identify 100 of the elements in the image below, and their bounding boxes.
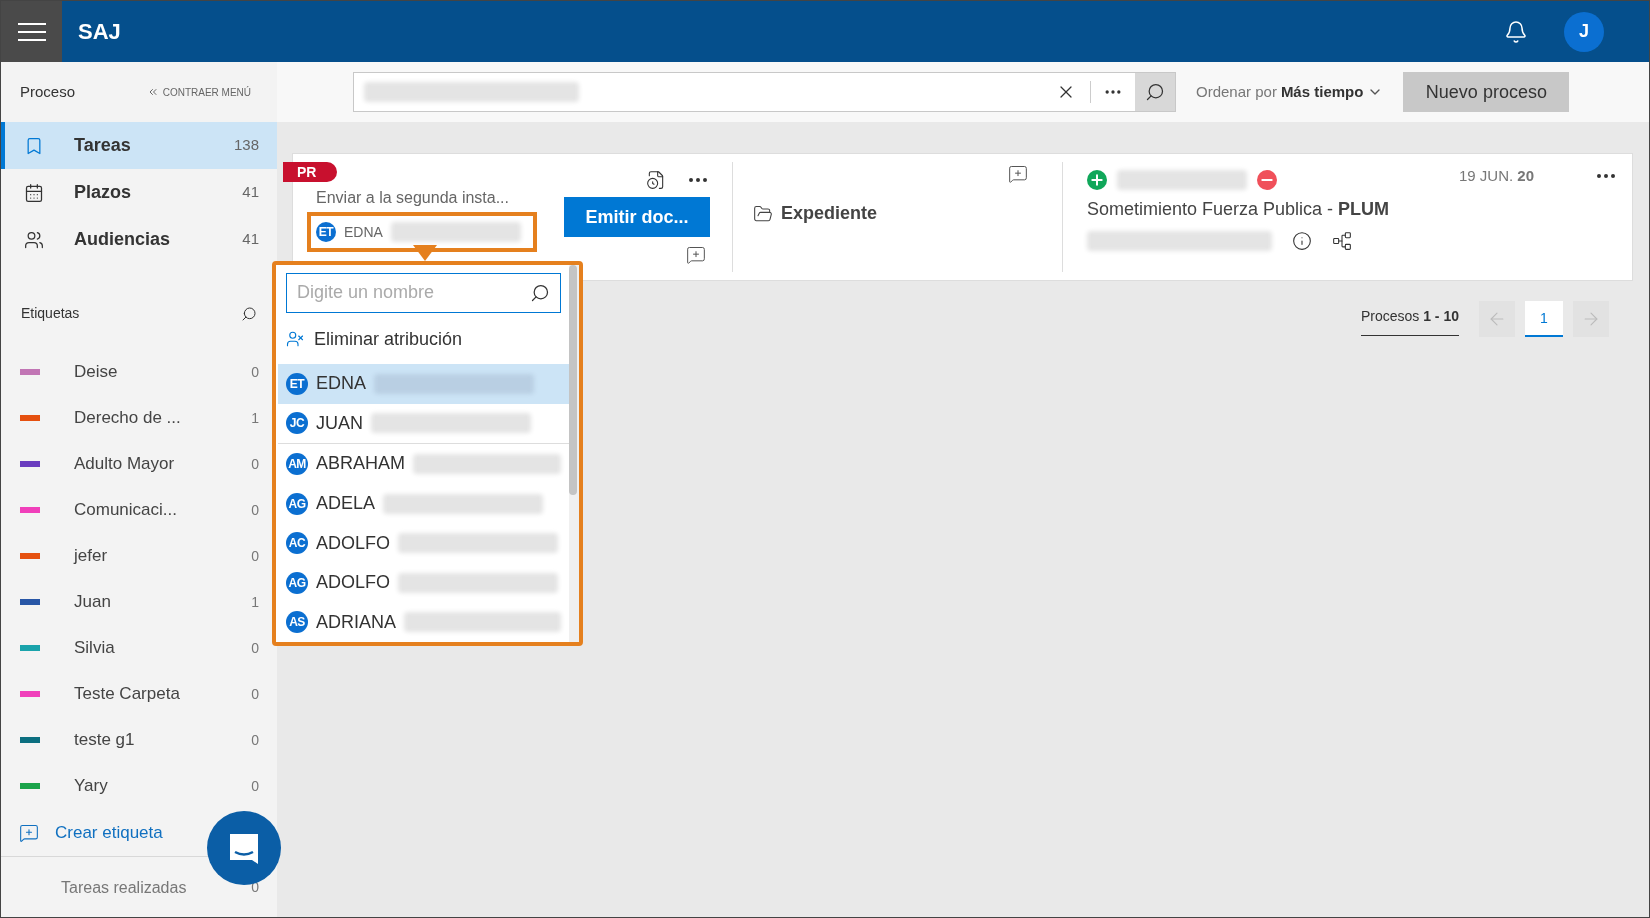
tag-label: jefer	[74, 545, 109, 568]
menu-button[interactable]	[1, 1, 62, 62]
tag-count: 0	[251, 730, 259, 750]
tag-label: Deise	[74, 361, 119, 384]
avatar: AG	[286, 571, 308, 594]
tag-count: 1	[251, 408, 259, 428]
person-option[interactable]: ET EDNA	[278, 364, 569, 404]
avatar: AM	[286, 452, 308, 475]
tag-count: 0	[251, 546, 259, 566]
person-option[interactable]: AS ADRIANA	[278, 602, 569, 642]
remove-user-icon	[286, 330, 304, 349]
person-option[interactable]: AM ABRAHAM	[278, 444, 569, 484]
tag-count: 0	[251, 454, 259, 474]
nav-item[interactable]: Audiencias 41	[1, 216, 277, 263]
calendar-icon	[24, 182, 44, 203]
task-title: Enviar a la segunda insta...	[316, 188, 510, 208]
person-option[interactable]: AC ADOLFO	[278, 523, 569, 563]
sort-dropdown[interactable]: Ordenar por Más tiempo	[1196, 80, 1384, 104]
person-option[interactable]: JC JUAN	[278, 403, 569, 444]
tag-label: Teste Carpeta	[74, 683, 181, 706]
add-icon[interactable]	[1087, 170, 1107, 190]
folder-link[interactable]: Expediente	[781, 200, 878, 227]
tag-count: 0	[251, 776, 259, 796]
date-text: 19 JUN. 20	[1458, 166, 1534, 186]
person-name: JUAN	[316, 411, 363, 435]
tag-count: 0	[251, 362, 259, 382]
folder-icon	[753, 203, 773, 224]
info-icon[interactable]	[1292, 231, 1312, 251]
tag-item[interactable]: Derecho de ... 1	[1, 395, 277, 441]
tag-label: Juan	[74, 591, 112, 614]
tag-item[interactable]: teste g1 0	[1, 717, 277, 763]
tag-item[interactable]: Comunicaci... 0	[1, 487, 277, 533]
people-icon	[24, 229, 44, 250]
tag-item[interactable]: Adulto Mayor 0	[1, 441, 277, 487]
tag-label: Yary	[74, 775, 109, 798]
search-field[interactable]	[353, 72, 1176, 112]
tag-item[interactable]: Deise 0	[1, 349, 277, 395]
create-tag-link[interactable]: Crear etiqueta	[1, 809, 163, 856]
nav-label: Audiencias	[74, 228, 172, 251]
person-name: ADOLFO	[316, 531, 390, 555]
add-note-icon[interactable]	[1008, 164, 1028, 184]
tag-item[interactable]: Yary 0	[1, 763, 277, 809]
add-note-icon[interactable]	[686, 245, 706, 265]
avatar: ET	[286, 372, 308, 395]
nav-item[interactable]: Tareas 138	[1, 122, 277, 169]
tree-icon[interactable]	[1332, 231, 1352, 251]
tag-label: Adulto Mayor	[74, 453, 176, 476]
app-title: SAJ	[78, 18, 121, 46]
assignee-name: EDNA	[344, 222, 383, 242]
person-name: ADELA	[316, 492, 376, 515]
add-label-icon	[19, 822, 39, 843]
pagination-label: Procesos 1 - 10	[1360, 302, 1459, 336]
tag-label: Derecho de ...	[74, 407, 182, 430]
subject-text: Sometimiento Fuerza Publica - PLUM	[1087, 198, 1391, 221]
person-name: ADRIANA	[316, 610, 396, 634]
emit-document-button[interactable]: Emitir doc...	[564, 197, 710, 237]
nav-label: Plazos	[74, 181, 133, 204]
avatar: ET	[316, 222, 336, 242]
new-process-button[interactable]: Nuevo proceso	[1403, 72, 1570, 112]
tag-item[interactable]: Juan 1	[1, 579, 277, 625]
avatar: AC	[286, 532, 308, 555]
tag-item[interactable]: jefer 0	[1, 533, 277, 579]
section-title: Proceso	[20, 81, 76, 102]
nav-count: 41	[242, 182, 259, 203]
remove-assignment-option[interactable]: Eliminar atribución	[278, 314, 569, 365]
scrollbar-thumb[interactable]	[569, 265, 577, 495]
assignee-field[interactable]: ET EDNA	[307, 212, 537, 252]
search-icon	[1145, 82, 1165, 102]
tag-item[interactable]: Teste Carpeta 0	[1, 671, 277, 717]
person-name: ABRAHAM	[316, 452, 405, 476]
tag-count: 0	[251, 500, 259, 520]
menu-icon	[16, 21, 47, 42]
tag-item[interactable]: Silvia 0	[1, 625, 277, 671]
person-name: EDNA	[316, 372, 366, 396]
section-title: Etiquetas	[21, 304, 80, 323]
tag-count: 0	[251, 684, 259, 704]
bell-icon[interactable]	[1504, 19, 1528, 44]
remove-icon[interactable]	[1257, 170, 1277, 190]
document-icon[interactable]	[646, 170, 666, 190]
tag-count: 0	[251, 638, 259, 658]
person-option[interactable]: AG ADELA	[278, 483, 569, 524]
page-button[interactable]: 1	[1525, 301, 1563, 337]
tag-label: Silvia	[74, 637, 116, 660]
nav-count: 41	[242, 229, 259, 250]
tag-count: 1	[251, 592, 259, 612]
search-icon[interactable]	[241, 305, 257, 322]
nav-item[interactable]: Plazos 41	[1, 169, 277, 216]
done-label: Tareas realizadas	[61, 877, 188, 898]
avatar: AG	[286, 492, 308, 515]
tag-label: teste g1	[74, 729, 136, 752]
nav-label: Tareas	[74, 134, 132, 157]
search-icon	[530, 282, 550, 303]
avatar: AS	[286, 611, 308, 634]
priority-badge: PR	[283, 162, 337, 182]
collapse-menu-button[interactable]: CONTRAER MENÚ	[146, 84, 251, 100]
user-avatar[interactable]: J	[1564, 11, 1604, 52]
person-option[interactable]: AG ADOLFO	[278, 562, 569, 603]
search-button[interactable]	[1135, 73, 1175, 111]
dropdown-pointer	[413, 245, 437, 261]
tag-label: Comunicaci...	[74, 499, 178, 522]
